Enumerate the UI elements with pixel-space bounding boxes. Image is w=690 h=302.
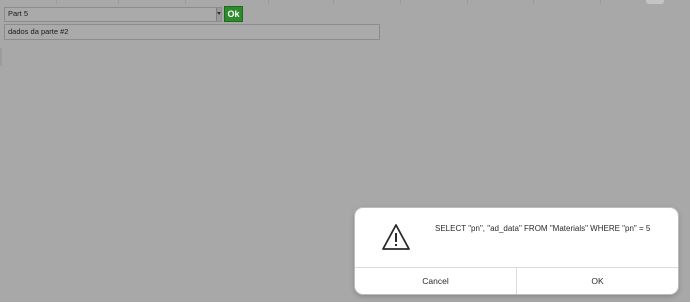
grid-line [56,0,57,4]
page: { "form": { "combo_value": "Part 5", "ok… [0,0,690,302]
grid-line [600,0,601,4]
grid-line [400,0,401,4]
scrollbar-thumb[interactable] [646,0,664,4]
grid-line [467,0,468,4]
dialog-ok-button[interactable]: OK [517,268,678,294]
dialog-button-bar: Cancel OK [355,267,678,294]
grid-line [118,0,119,4]
grid-line [268,0,269,4]
grid-line [333,0,334,4]
text-field-value: dados da parte #2 [8,27,69,36]
ok-button[interactable]: Ok [224,6,243,22]
warning-icon [382,224,410,250]
part-combobox[interactable]: Part 5 [4,7,222,22]
grid-line [185,0,186,4]
cancel-button[interactable]: Cancel [355,268,517,294]
data-text-field[interactable]: dados da parte #2 [4,24,380,40]
combobox-value: Part 5 [8,9,29,18]
grid-line [533,0,534,4]
combobox-dropdown-button[interactable] [216,8,221,21]
chevron-down-icon [217,12,221,15]
dialog-message: SELECT "pn", "ad_data" FROM "Materials" … [435,224,651,233]
row-marker [0,48,2,66]
message-dialog: SELECT "pn", "ad_data" FROM "Materials" … [355,208,678,294]
